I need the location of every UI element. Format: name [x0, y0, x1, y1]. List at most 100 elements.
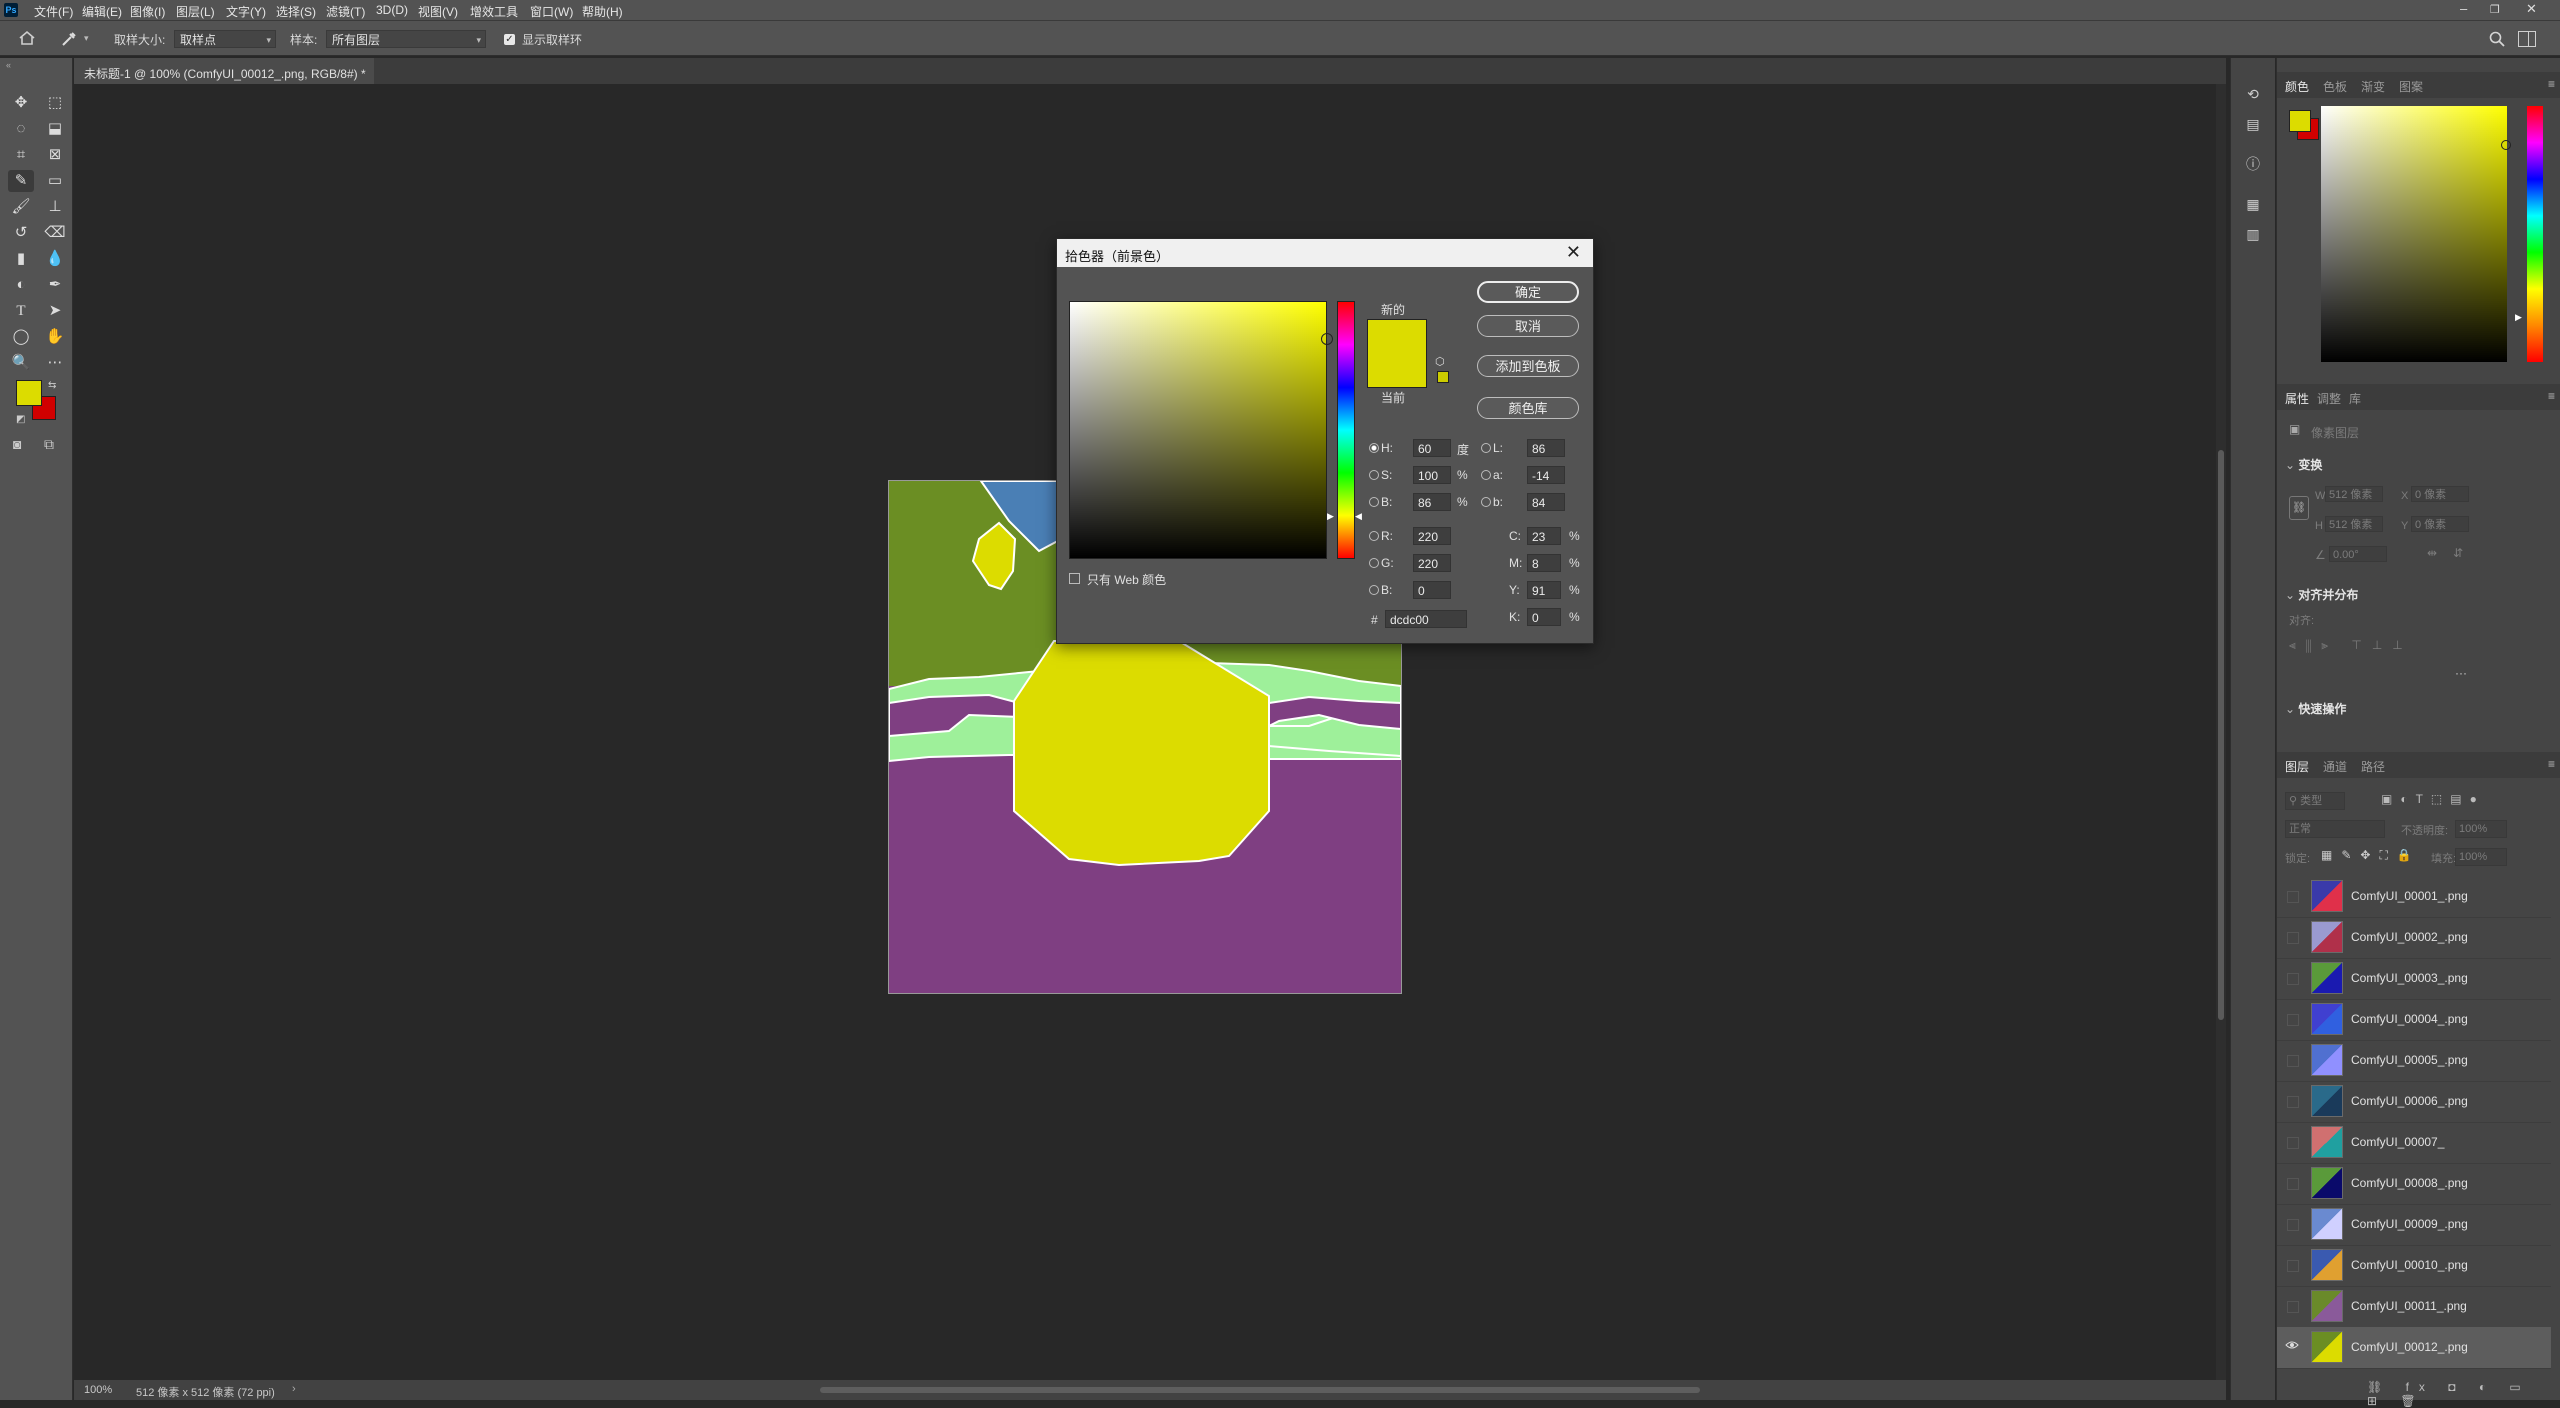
tab-patterns[interactable]: 图案 — [2399, 78, 2423, 95]
x-field[interactable]: 0 像素 — [2411, 486, 2469, 502]
lab-a-radio[interactable] — [1481, 470, 1491, 480]
eyedropper-tool-preset-icon[interactable] — [60, 30, 78, 48]
lab-a-field[interactable]: -14 — [1527, 466, 1565, 484]
g-field[interactable]: 220 — [1413, 554, 1451, 572]
layer-row[interactable]: ComfyUI_00001_.png — [2277, 876, 2551, 918]
zoom-icon[interactable]: 🔍 — [8, 352, 34, 374]
horizontal-scroll-thumb[interactable] — [820, 1387, 1700, 1393]
opacity-field[interactable]: 100% — [2455, 820, 2507, 838]
quick-actions-header[interactable]: ⌄ 快速操作 — [2285, 700, 2346, 717]
height-field[interactable]: 512 像素 — [2325, 516, 2383, 532]
layer-filter-search[interactable]: ⚲ 类型 — [2285, 792, 2345, 810]
web-safe-swatch[interactable] — [1437, 371, 1449, 383]
visibility-eye-icon[interactable] — [2287, 891, 2299, 903]
show-ring-checkbox[interactable]: ✓ — [504, 34, 515, 45]
lab-b-field[interactable]: 84 — [1527, 493, 1565, 511]
tab-properties[interactable]: 属性 — [2285, 390, 2309, 407]
more-icon[interactable]: ⋯ — [42, 352, 68, 374]
preset-chevron-icon[interactable]: ▾ — [84, 33, 89, 44]
y-field[interactable]: 0 像素 — [2411, 516, 2469, 532]
add-to-swatches-button[interactable]: 添加到色板 — [1477, 355, 1579, 377]
r-radio[interactable] — [1369, 531, 1379, 541]
hand-icon[interactable]: ✋ — [42, 326, 68, 348]
visibility-eye-icon[interactable] — [2287, 1055, 2299, 1067]
b-radio[interactable] — [1369, 497, 1379, 507]
hue-slider[interactable] — [1337, 301, 1355, 559]
brightness-field[interactable]: 86 — [1413, 493, 1451, 511]
pen-icon[interactable]: ✒ — [42, 274, 68, 296]
color-field-marker[interactable] — [1321, 333, 1333, 345]
status-arrow-icon[interactable]: › — [292, 1383, 296, 1395]
h-radio[interactable] — [1369, 443, 1379, 453]
layer-row[interactable]: ComfyUI_00005_.png — [2277, 1040, 2551, 1082]
visibility-eye-icon[interactable] — [2287, 1219, 2299, 1231]
visibility-eye-icon[interactable] — [2287, 1178, 2299, 1190]
tab-paths[interactable]: 路径 — [2361, 758, 2385, 775]
flip-vertical-icon[interactable]: ⇵ — [2453, 546, 2463, 560]
flip-horizontal-icon[interactable]: ⇹ — [2427, 546, 2437, 560]
lock-icons[interactable]: ▦✎✥⛶🔒 — [2321, 848, 2421, 863]
crop-icon[interactable]: ⌗ — [8, 144, 34, 166]
cancel-button[interactable]: 取消 — [1477, 315, 1579, 337]
tab-layers[interactable]: 图层 — [2285, 758, 2309, 775]
lab-l-radio[interactable] — [1481, 443, 1491, 453]
path-select-icon[interactable]: ➤ — [42, 300, 68, 322]
gradient-icon[interactable]: ▮ — [8, 248, 34, 270]
web-only-checkbox[interactable] — [1069, 573, 1080, 584]
menu-item-4[interactable]: 文字(Y) — [226, 3, 266, 20]
visibility-eye-icon[interactable] — [2287, 973, 2299, 985]
object-select-icon[interactable]: ⬓ — [42, 118, 68, 140]
more-options-icon[interactable]: ··· — [2455, 666, 2467, 680]
tab-color[interactable]: 颜色 — [2285, 78, 2309, 95]
brush-icon[interactable]: 🖌 — [8, 196, 34, 218]
vertical-scroll-thumb[interactable] — [2218, 450, 2224, 1020]
tab-swatches[interactable]: 色板 — [2323, 78, 2347, 95]
color-panel-hue-slider[interactable] — [2527, 106, 2543, 362]
minimize-button[interactable]: – — [2460, 1, 2467, 16]
tab-gradients[interactable]: 渐变 — [2361, 78, 2385, 95]
m-field[interactable]: 8 — [1527, 554, 1561, 572]
layer-row[interactable]: ComfyUI_00008_.png — [2277, 1163, 2551, 1205]
libraries-icon[interactable]: ▦ — [2243, 194, 2263, 214]
y-field[interactable]: 91 — [1527, 581, 1561, 599]
hue-slider-marker-icon[interactable]: ▶ — [2515, 312, 2522, 323]
document-tab[interactable]: 未标题-1 @ 100% (ComfyUI_00012_.png, RGB/8#… — [74, 58, 374, 96]
hex-field[interactable]: dcdc00 — [1385, 610, 1467, 628]
menu-item-8[interactable]: 视图(V) — [418, 3, 458, 20]
s-radio[interactable] — [1369, 470, 1379, 480]
dialog-close-button[interactable]: ✕ — [1566, 242, 1581, 263]
marquee-icon[interactable]: ⬚ — [42, 92, 68, 114]
r-field[interactable]: 220 — [1413, 527, 1451, 545]
zoom-level[interactable]: 100% — [84, 1384, 112, 1396]
blue-radio[interactable] — [1369, 585, 1379, 595]
screen-mode-icon[interactable]: ⧉ — [44, 436, 54, 453]
menu-item-10[interactable]: 窗口(W) — [530, 3, 573, 20]
panel-menu-icon[interactable]: ≡ — [2548, 77, 2555, 91]
stamp-icon[interactable]: ⊥ — [42, 196, 68, 218]
width-field[interactable]: 512 像素 — [2325, 486, 2383, 502]
layer-row[interactable]: ComfyUI_00009_.png — [2277, 1204, 2551, 1246]
dodge-icon[interactable]: ◐ — [8, 274, 34, 296]
layer-row[interactable]: ComfyUI_00012_.png — [2277, 1327, 2551, 1369]
out-of-gamut-icon[interactable]: ⬡ — [1435, 355, 1445, 368]
angle-field[interactable]: 0.00° — [2329, 546, 2387, 562]
align-buttons-row[interactable]: ⫷⫼⫸ ⊤⊥⊥ — [2289, 638, 2413, 653]
collapse-toolbar-icon[interactable]: « — [6, 60, 11, 70]
eraser-icon[interactable]: ⌫ — [42, 222, 68, 244]
menu-item-7[interactable]: 3D(D) — [376, 3, 408, 17]
hue-slider-left-arrow-icon[interactable]: ▶ — [1327, 511, 1334, 522]
layer-row[interactable]: ComfyUI_00004_.png — [2277, 999, 2551, 1041]
menu-item-6[interactable]: 滤镜(T) — [326, 3, 365, 20]
menu-item-2[interactable]: 图像(I) — [130, 3, 165, 20]
layer-row[interactable]: ComfyUI_00002_.png — [2277, 917, 2551, 959]
ok-button[interactable]: 确定 — [1477, 281, 1579, 303]
h-field[interactable]: 60 — [1413, 439, 1451, 457]
blend-mode-select[interactable]: 正常 — [2285, 820, 2385, 838]
visibility-eye-icon[interactable] — [2287, 1137, 2299, 1149]
g-radio[interactable] — [1369, 558, 1379, 568]
s-field[interactable]: 100 — [1413, 466, 1451, 484]
tab-channels[interactable]: 通道 — [2323, 758, 2347, 775]
lab-b-radio[interactable] — [1481, 497, 1491, 507]
notes-icon[interactable]: ▥ — [2243, 224, 2263, 244]
menu-item-11[interactable]: 帮助(H) — [582, 3, 623, 20]
